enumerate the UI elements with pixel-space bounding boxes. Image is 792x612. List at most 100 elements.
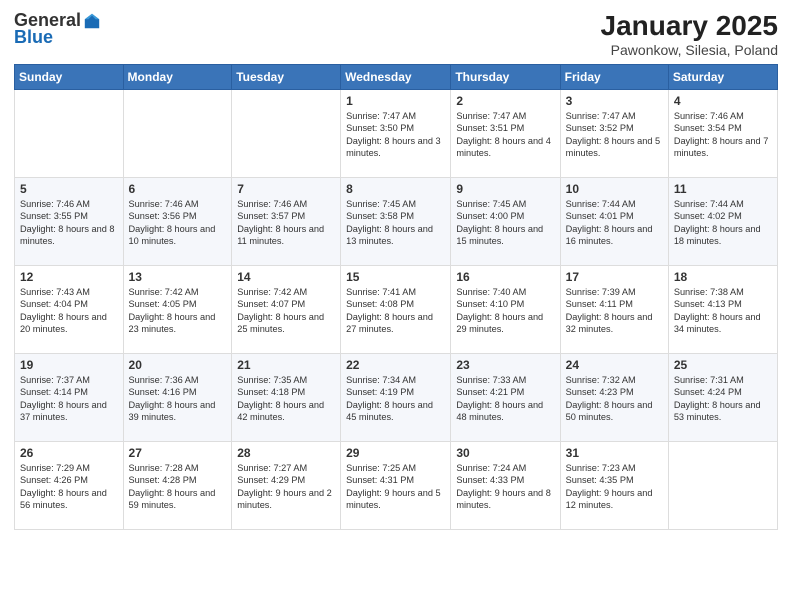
- day-number: 25: [674, 358, 772, 372]
- header: General Blue January 2025 Pawonkow, Sile…: [14, 10, 778, 58]
- day-number: 26: [20, 446, 118, 460]
- week-row-3: 12 Sunrise: 7:43 AMSunset: 4:04 PMDayligh…: [15, 266, 778, 354]
- day-info: Sunrise: 7:38 AMSunset: 4:13 PMDaylight:…: [674, 286, 772, 336]
- day-number: 18: [674, 270, 772, 284]
- day-cell: [232, 90, 341, 178]
- day-cell: 6Sunrise: 7:46 AMSunset: 3:56 PMDaylight…: [123, 178, 232, 266]
- day-number: 14: [237, 270, 335, 284]
- day-cell: 2 Sunrise: 7:47 AMSunset: 3:51 PMDaylight…: [451, 90, 560, 178]
- day-number: 5: [20, 182, 118, 196]
- page: General Blue January 2025 Pawonkow, Sile…: [0, 0, 792, 612]
- day-number: 31: [566, 446, 663, 460]
- col-header-monday: Monday: [123, 65, 232, 90]
- day-info: Sunrise: 7:44 AMSunset: 4:01 PMDaylight:…: [566, 198, 663, 248]
- day-number: 23: [456, 358, 554, 372]
- day-cell: 16 Sunrise: 7:40 AMSunset: 4:10 PMDayligh…: [451, 266, 560, 354]
- day-number: 24: [566, 358, 663, 372]
- day-number: 10: [566, 182, 663, 196]
- day-info: Sunrise: 7:42 AMSunset: 4:05 PMDaylight:…: [129, 286, 227, 336]
- day-cell: [123, 90, 232, 178]
- day-number: 12: [20, 270, 118, 284]
- day-number: 1: [346, 94, 445, 108]
- day-info: Sunrise: 7:28 AMSunset: 4:28 PMDaylight:…: [129, 462, 227, 512]
- day-info: Sunrise: 7:36 AMSunset: 4:16 PMDaylight:…: [129, 374, 227, 424]
- day-cell: 27 Sunrise: 7:28 AMSunset: 4:28 PMDayligh…: [123, 442, 232, 530]
- day-info: Sunrise: 7:23 AMSunset: 4:35 PMDaylight:…: [566, 462, 663, 512]
- day-number: 27: [129, 446, 227, 460]
- day-info: Sunrise: 7:24 AMSunset: 4:33 PMDaylight:…: [456, 462, 554, 512]
- day-number: 4: [674, 94, 772, 108]
- day-info: Sunrise: 7:41 AMSunset: 4:08 PMDaylight:…: [346, 286, 445, 336]
- col-header-wednesday: Wednesday: [341, 65, 451, 90]
- day-info: Sunrise: 7:44 AMSunset: 4:02 PMDaylight:…: [674, 198, 772, 248]
- day-cell: 31 Sunrise: 7:23 AMSunset: 4:35 PMDayligh…: [560, 442, 668, 530]
- day-number: 2: [456, 94, 554, 108]
- week-row-5: 26 Sunrise: 7:29 AMSunset: 4:26 PMDayligh…: [15, 442, 778, 530]
- day-cell: 26 Sunrise: 7:29 AMSunset: 4:26 PMDayligh…: [15, 442, 124, 530]
- header-row: SundayMondayTuesdayWednesdayThursdayFrid…: [15, 65, 778, 90]
- day-info: Sunrise: 7:37 AMSunset: 4:14 PMDaylight:…: [20, 374, 118, 424]
- day-cell: 8 Sunrise: 7:45 AMSunset: 3:58 PMDaylight…: [341, 178, 451, 266]
- calendar: SundayMondayTuesdayWednesdayThursdayFrid…: [14, 64, 778, 530]
- day-cell: 29 Sunrise: 7:25 AMSunset: 4:31 PMDayligh…: [341, 442, 451, 530]
- week-row-4: 19Sunrise: 7:37 AMSunset: 4:14 PMDayligh…: [15, 354, 778, 442]
- day-cell: 21 Sunrise: 7:35 AMSunset: 4:18 PMDayligh…: [232, 354, 341, 442]
- day-number: 30: [456, 446, 554, 460]
- day-info: Sunrise: 7:31 AMSunset: 4:24 PMDaylight:…: [674, 374, 772, 424]
- day-info: Sunrise: 7:25 AMSunset: 4:31 PMDaylight:…: [346, 462, 445, 512]
- logo: General Blue: [14, 10, 101, 48]
- day-cell: 14 Sunrise: 7:42 AMSunset: 4:07 PMDayligh…: [232, 266, 341, 354]
- col-header-friday: Friday: [560, 65, 668, 90]
- day-cell: 17Sunrise: 7:39 AMSunset: 4:11 PMDayligh…: [560, 266, 668, 354]
- col-header-sunday: Sunday: [15, 65, 124, 90]
- day-info: Sunrise: 7:32 AMSunset: 4:23 PMDaylight:…: [566, 374, 663, 424]
- day-number: 29: [346, 446, 445, 460]
- day-cell: 7 Sunrise: 7:46 AMSunset: 3:57 PMDaylight…: [232, 178, 341, 266]
- day-cell: 10 Sunrise: 7:44 AMSunset: 4:01 PMDayligh…: [560, 178, 668, 266]
- day-cell: 23 Sunrise: 7:33 AMSunset: 4:21 PMDayligh…: [451, 354, 560, 442]
- day-cell: [668, 442, 777, 530]
- day-number: 7: [237, 182, 335, 196]
- day-info: Sunrise: 7:29 AMSunset: 4:26 PMDaylight:…: [20, 462, 118, 512]
- day-number: 21: [237, 358, 335, 372]
- day-info: Sunrise: 7:40 AMSunset: 4:10 PMDaylight:…: [456, 286, 554, 336]
- week-row-1: 1 Sunrise: 7:47 AMSunset: 3:50 PMDaylight…: [15, 90, 778, 178]
- day-cell: 5 Sunrise: 7:46 AMSunset: 3:55 PMDaylight…: [15, 178, 124, 266]
- day-cell: 24 Sunrise: 7:32 AMSunset: 4:23 PMDayligh…: [560, 354, 668, 442]
- logo-blue: Blue: [14, 27, 53, 48]
- day-info: Sunrise: 7:34 AMSunset: 4:19 PMDaylight:…: [346, 374, 445, 424]
- day-number: 13: [129, 270, 227, 284]
- day-info: Sunrise: 7:43 AMSunset: 4:04 PMDaylight:…: [20, 286, 118, 336]
- main-title: January 2025: [601, 10, 778, 42]
- day-cell: 3 Sunrise: 7:47 AMSunset: 3:52 PMDaylight…: [560, 90, 668, 178]
- day-cell: 18 Sunrise: 7:38 AMSunset: 4:13 PMDayligh…: [668, 266, 777, 354]
- day-info: Sunrise: 7:45 AMSunset: 3:58 PMDaylight:…: [346, 198, 445, 248]
- day-cell: 30 Sunrise: 7:24 AMSunset: 4:33 PMDayligh…: [451, 442, 560, 530]
- day-number: 22: [346, 358, 445, 372]
- day-number: 16: [456, 270, 554, 284]
- day-info: Sunrise: 7:33 AMSunset: 4:21 PMDaylight:…: [456, 374, 554, 424]
- day-cell: 11Sunrise: 7:44 AMSunset: 4:02 PMDayligh…: [668, 178, 777, 266]
- day-info: Sunrise: 7:42 AMSunset: 4:07 PMDaylight:…: [237, 286, 335, 336]
- day-info: Sunrise: 7:47 AMSunset: 3:51 PMDaylight:…: [456, 110, 554, 160]
- day-cell: [15, 90, 124, 178]
- title-block: January 2025 Pawonkow, Silesia, Poland: [601, 10, 778, 58]
- col-header-thursday: Thursday: [451, 65, 560, 90]
- day-number: 6: [129, 182, 227, 196]
- week-row-2: 5 Sunrise: 7:46 AMSunset: 3:55 PMDaylight…: [15, 178, 778, 266]
- day-info: Sunrise: 7:35 AMSunset: 4:18 PMDaylight:…: [237, 374, 335, 424]
- day-number: 9: [456, 182, 554, 196]
- day-cell: 28Sunrise: 7:27 AMSunset: 4:29 PMDayligh…: [232, 442, 341, 530]
- day-number: 8: [346, 182, 445, 196]
- logo-icon: [83, 12, 101, 30]
- day-info: Sunrise: 7:47 AMSunset: 3:52 PMDaylight:…: [566, 110, 663, 160]
- day-number: 3: [566, 94, 663, 108]
- day-info: Sunrise: 7:47 AMSunset: 3:50 PMDaylight:…: [346, 110, 445, 160]
- day-info: Sunrise: 7:46 AMSunset: 3:55 PMDaylight:…: [20, 198, 118, 248]
- day-info: Sunrise: 7:46 AMSunset: 3:57 PMDaylight:…: [237, 198, 335, 248]
- col-header-saturday: Saturday: [668, 65, 777, 90]
- day-cell: 15Sunrise: 7:41 AMSunset: 4:08 PMDayligh…: [341, 266, 451, 354]
- day-number: 28: [237, 446, 335, 460]
- day-cell: 22 Sunrise: 7:34 AMSunset: 4:19 PMDayligh…: [341, 354, 451, 442]
- day-cell: 4Sunrise: 7:46 AMSunset: 3:54 PMDaylight…: [668, 90, 777, 178]
